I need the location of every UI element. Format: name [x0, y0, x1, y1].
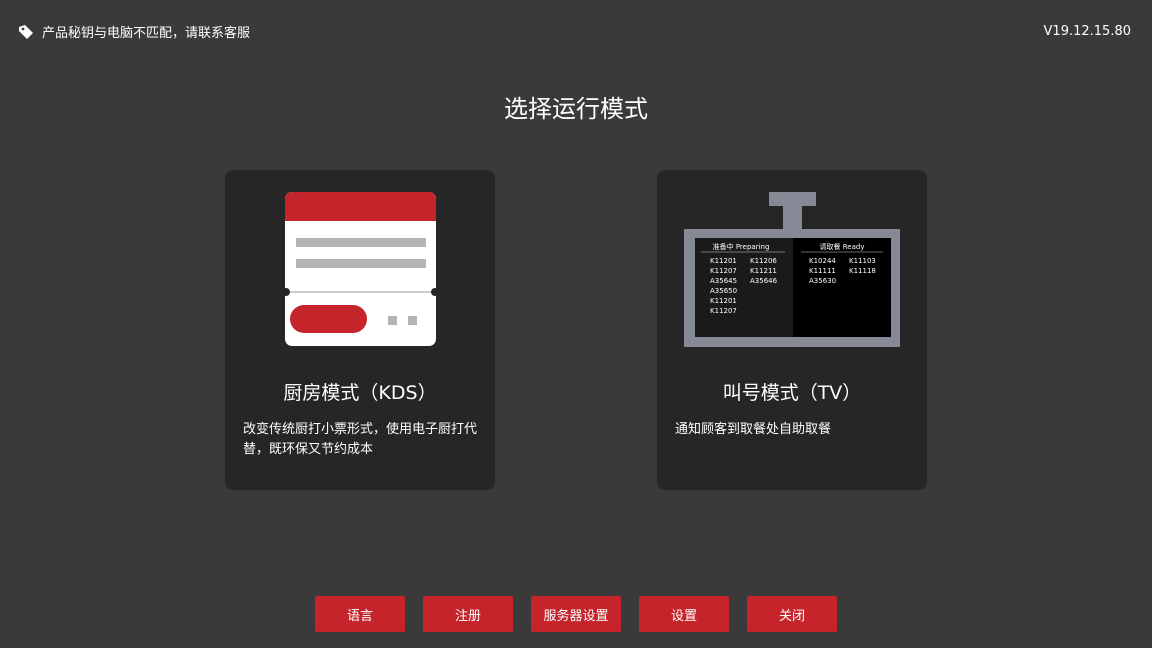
bottom-toolbar: 语言 注册 服务器设置 设置 关闭 — [0, 596, 1152, 632]
tv-mode-description: 通知顾客到取餐处自助取餐 — [675, 422, 832, 437]
board-ready-col1: K10244 K11111 A35630 — [809, 257, 836, 285]
kds-mode-description: 改变传统厨打小票形式，使用电子厨打代替，既环保又节约成本 — [243, 422, 478, 457]
board-code: K11103 — [849, 257, 876, 265]
board-code: K10244 — [809, 257, 836, 265]
server-settings-button[interactable]: 服务器设置 — [531, 596, 621, 632]
board-code: A35650 — [710, 287, 737, 295]
license-notice: 产品秘钥与电脑不匹配，请联系客服 — [18, 22, 250, 41]
board-preparing-header: 准备中 Preparing — [713, 242, 770, 251]
board-code: K11211 — [750, 267, 777, 275]
board-code: K11206 — [750, 257, 777, 265]
language-button[interactable]: 语言 — [315, 596, 405, 632]
tv-board-icon: 准备中 Preparing 请取餐 Ready K11201 K11207 A3… — [684, 192, 900, 347]
receipt-printer-icon — [282, 192, 439, 346]
board-code: K11111 — [809, 267, 836, 275]
board-code: K11207 — [710, 307, 737, 315]
page-title: 选择运行模式 — [504, 95, 648, 123]
board-code: A35645 — [710, 277, 737, 285]
board-code: A35646 — [750, 277, 778, 285]
board-code: A35630 — [809, 277, 836, 285]
kds-mode-card[interactable]: 厨房模式（KDS） 改变传统厨打小票形式，使用电子厨打代替，既环保又节约成本 — [225, 170, 495, 490]
board-ready-header: 请取餐 Ready — [820, 242, 865, 251]
register-button[interactable]: 注册 — [423, 596, 513, 632]
board-code: K11207 — [710, 267, 737, 275]
app-window: 产品秘钥与电脑不匹配，请联系客服 V19.12.15.80 选择运行模式 厨房模… — [0, 0, 1152, 648]
license-notice-text: 产品秘钥与电脑不匹配，请联系客服 — [42, 26, 251, 41]
board-code: K11201 — [710, 297, 737, 305]
tag-icon — [19, 24, 33, 39]
settings-button[interactable]: 设置 — [639, 596, 729, 632]
tv-mode-card[interactable]: 准备中 Preparing 请取餐 Ready K11201 K11207 A3… — [657, 170, 927, 490]
board-code: K11118 — [849, 267, 876, 275]
version-label: V19.12.15.80 — [1043, 24, 1131, 39]
kds-mode-title: 厨房模式（KDS） — [283, 382, 437, 404]
close-button[interactable]: 关闭 — [747, 596, 837, 632]
board-code: K11201 — [710, 257, 737, 265]
tv-mode-title: 叫号模式（TV） — [722, 382, 862, 404]
board-preparing-col2: K11206 K11211 A35646 — [750, 257, 778, 285]
